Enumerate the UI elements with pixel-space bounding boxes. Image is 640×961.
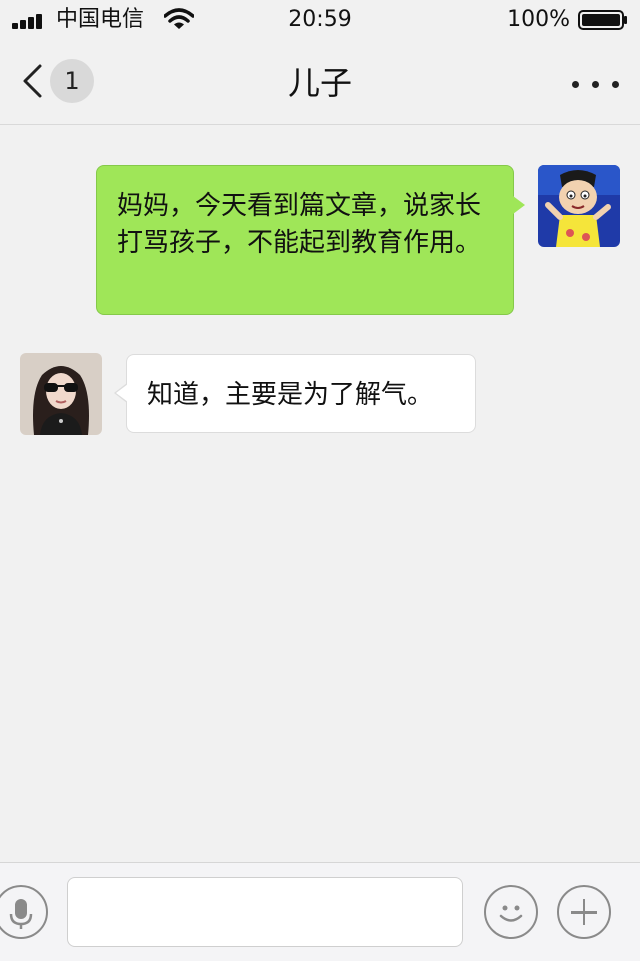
status-bar: 中国电信 20:59 100% — [0, 0, 640, 40]
voice-input-button[interactable] — [0, 885, 48, 939]
add-attachment-button[interactable] — [557, 885, 611, 939]
contact-avatar[interactable] — [20, 353, 102, 435]
message-text: 妈妈，今天看到篇文章，说家长打骂孩子，不能起到教育作用。 — [117, 191, 482, 258]
message-input[interactable] — [67, 877, 463, 947]
battery-percentage: 100% — [507, 7, 570, 32]
my-avatar[interactable] — [538, 165, 620, 247]
more-options-button[interactable] — [568, 66, 624, 102]
chat-input-bar — [0, 862, 640, 961]
incoming-message-bubble[interactable]: 知道，主要是为了解气。 — [114, 354, 476, 433]
chat-header: 1 儿子 — [0, 40, 640, 125]
cartoon-avatar-image — [538, 165, 620, 247]
battery-icon — [578, 10, 627, 30]
message-list[interactable]: 妈妈，今天看到篇文章，说家长打骂孩子，不能起到教育作用。 知道，主要是为了解气。 — [0, 125, 640, 860]
chat-title: 儿子 — [287, 64, 352, 102]
outgoing-message-bubble[interactable]: 妈妈，今天看到篇文章，说家长打骂孩子，不能起到教育作用。 — [96, 165, 525, 315]
smiley-icon — [499, 905, 523, 922]
emoji-button[interactable] — [484, 885, 538, 939]
microphone-icon — [9, 899, 33, 929]
contact-photo-image — [20, 353, 102, 435]
message-text: 知道，主要是为了解气。 — [147, 380, 434, 410]
